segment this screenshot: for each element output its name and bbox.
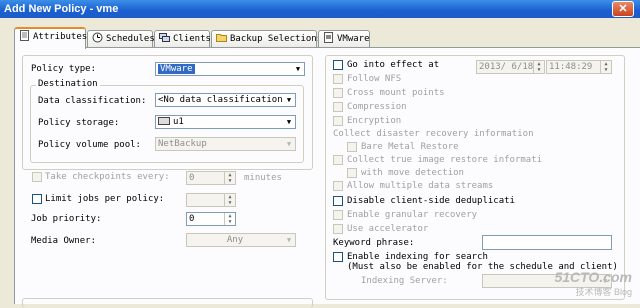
bare-metal-checkbox[interactable] xyxy=(347,142,357,152)
watermark: 51CTO.com 技术博客 Blog xyxy=(554,269,632,297)
spinner-arrows-icon: ▲ ▼ xyxy=(224,194,235,206)
effect-time-picker[interactable]: 11:48:29 ▲ ▼ xyxy=(546,60,612,74)
volume-pool-select[interactable]: NetBackup ▼ xyxy=(155,137,296,151)
schedule-icon xyxy=(92,32,103,43)
checkpoints-spinner[interactable]: 0 ▲ ▼ xyxy=(186,171,236,185)
cross-mount-label: Cross mount points xyxy=(347,88,445,98)
tab-clients[interactable]: Clients xyxy=(154,30,211,48)
spinner-arrows-icon: ▲ ▼ xyxy=(533,61,544,73)
indexing-label: Enable indexing for search xyxy=(347,252,488,262)
window-title: Add New Policy - vme xyxy=(4,3,119,15)
policy-type-label: Policy type: xyxy=(31,64,97,74)
chevron-down-icon: ▼ xyxy=(283,138,295,150)
true-image-label: Collect true image restore informati xyxy=(347,155,543,165)
multiple-streams-label: Allow multiple data streams xyxy=(347,181,494,191)
cross-mount-checkbox[interactable] xyxy=(333,88,343,98)
spinner-arrows-icon: ▲ ▼ xyxy=(600,61,611,73)
tab-attributes[interactable]: Attributes xyxy=(14,27,87,49)
true-image-checkbox[interactable] xyxy=(333,155,343,165)
follow-nfs-checkbox[interactable] xyxy=(333,74,343,84)
job-priority-label: Job priority: xyxy=(31,214,102,224)
follow-nfs-label: Follow NFS xyxy=(347,74,402,84)
clients-icon xyxy=(159,32,170,43)
granular-checkbox[interactable] xyxy=(333,210,343,220)
bare-metal-label: Bare Metal Restore xyxy=(361,142,459,152)
compression-checkbox[interactable] xyxy=(333,102,343,112)
media-owner-select[interactable]: Any ▼ xyxy=(186,233,296,247)
policy-storage-label: Policy storage: xyxy=(38,118,120,128)
folder-icon xyxy=(216,32,227,43)
limit-jobs-checkbox[interactable] xyxy=(32,194,42,204)
spinner-arrows-icon: ▲ ▼ xyxy=(224,172,235,184)
keyword-input[interactable] xyxy=(482,235,612,250)
keyword-label: Keyword phrase: xyxy=(333,238,415,248)
compression-label: Compression xyxy=(347,102,407,112)
close-icon: ✕ xyxy=(618,3,628,15)
accelerator-checkbox[interactable] xyxy=(333,224,343,234)
tab-backup-selections[interactable]: Backup Selections xyxy=(211,30,322,48)
granular-label: Enable granular recovery xyxy=(347,210,478,220)
tab-schedules[interactable]: Schedules xyxy=(87,30,155,48)
close-button[interactable]: ✕ xyxy=(612,1,634,17)
go-into-effect-checkbox[interactable] xyxy=(333,60,343,70)
move-detection-checkbox[interactable] xyxy=(347,168,357,178)
data-classification-label: Data classification: xyxy=(38,96,147,106)
multiple-streams-checkbox[interactable] xyxy=(333,181,343,191)
checkpoints-checkbox[interactable] xyxy=(32,172,42,182)
disable-dedup-checkbox[interactable] xyxy=(333,196,343,206)
chevron-down-icon: ▼ xyxy=(292,63,304,75)
limit-jobs-label: Limit jobs per policy: xyxy=(45,194,165,204)
limit-jobs-spinner[interactable]: ▲ ▼ xyxy=(186,193,236,207)
policy-storage-select[interactable]: u1 ▼ xyxy=(155,115,296,129)
title-bar: Add New Policy - vme ✕ xyxy=(0,0,640,18)
indexing-checkbox[interactable] xyxy=(333,252,343,262)
encryption-checkbox[interactable] xyxy=(333,116,343,126)
move-detection-label: with move detection xyxy=(361,168,464,178)
data-classification-select[interactable]: <No data classification> ▼ xyxy=(155,93,296,107)
left-bottom-group xyxy=(22,298,313,308)
indexing-server-label: Indexing Server: xyxy=(361,276,448,286)
document-icon xyxy=(19,30,30,41)
accelerator-label: Use accelerator xyxy=(347,224,429,234)
policy-type-select[interactable]: VMware ▼ xyxy=(155,62,305,76)
destination-label: Destination xyxy=(36,79,100,89)
job-priority-spinner[interactable]: 0 ▲ ▼ xyxy=(186,212,236,226)
spinner-arrows-icon: ▲ ▼ xyxy=(224,213,235,225)
disaster-recovery-label: Collect disaster recovery information xyxy=(333,129,534,139)
disable-dedup-label: Disable client-side deduplicati xyxy=(347,196,515,206)
chevron-down-icon: ▼ xyxy=(283,94,295,106)
storage-icon xyxy=(158,117,170,125)
chevron-down-icon: ▼ xyxy=(283,234,295,246)
chevron-down-icon: ▼ xyxy=(283,116,295,128)
media-owner-label: Media Owner: xyxy=(31,236,97,246)
encryption-label: Encryption xyxy=(347,116,402,126)
go-into-effect-label: Go into effect at xyxy=(347,60,440,70)
checkpoints-label: Take checkpoints every: xyxy=(45,172,170,182)
tab-vmware[interactable]: VMware xyxy=(318,30,370,48)
checkpoints-unit: minutes xyxy=(244,173,282,183)
vmware-icon xyxy=(323,32,334,43)
volume-pool-label: Policy volume pool: xyxy=(38,140,141,150)
effect-date-picker[interactable]: 2013/ 6/18 ▲ ▼ xyxy=(476,60,545,74)
